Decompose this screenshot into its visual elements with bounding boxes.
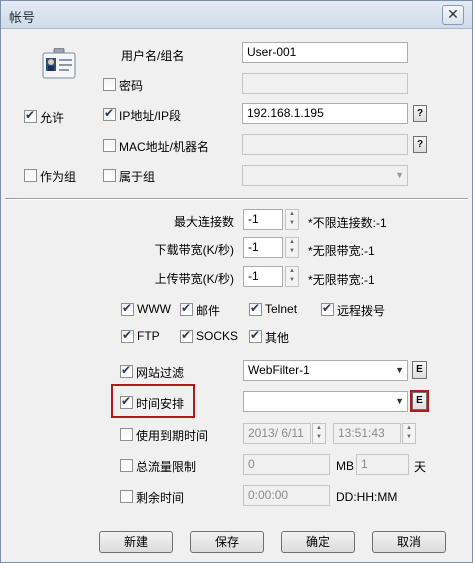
username-input[interactable]: User-001 [242, 42, 408, 63]
mac-help-button[interactable]: ? [413, 136, 427, 153]
expire-date-input[interactable]: 2013/ 6/11 [243, 423, 311, 444]
traffic-input[interactable]: 0 [243, 454, 330, 475]
ip-label: IP地址/IP段 [119, 109, 182, 123]
remaining-label: 剩余时间 [136, 491, 185, 505]
service-dialup-checkbox[interactable] [321, 301, 334, 316]
allow-checkbox[interactable] [24, 108, 37, 123]
title-bar[interactable]: 帐号 ✕ [1, 1, 472, 29]
traffic-unit-day: 天 [414, 460, 427, 474]
max-conn-label: 最大连接数 [173, 215, 234, 229]
web-filter-value: WebFilter-1 [248, 363, 310, 377]
service-telnet-label: Telnet [265, 302, 298, 316]
mac-input[interactable] [242, 134, 408, 155]
max-conn-note: *不限连接数:-1 [308, 216, 387, 230]
mac-label: MAC地址/机器名 [119, 140, 210, 154]
ok-button[interactable]: 确定 [281, 531, 355, 553]
download-label: 下载带宽(K/秒) [154, 243, 234, 257]
download-spinner[interactable]: ▲ ▼ [285, 237, 299, 258]
service-socks-label: SOCKS [196, 329, 239, 343]
web-filter-edit-button[interactable]: E [412, 361, 427, 379]
schedule-label: 时间安排 [136, 397, 185, 411]
ip-help-button[interactable]: ? [413, 105, 427, 122]
service-telnet-checkbox[interactable] [249, 301, 262, 316]
service-socks-checkbox[interactable] [180, 328, 193, 343]
web-filter-select[interactable]: WebFilter-1 ▼ [243, 360, 408, 381]
cancel-button[interactable]: 取消 [372, 531, 446, 553]
account-dialog: 帐号 ✕ 用户名/组名 User-001 密码 允许 IP地址/IP段 192.… [0, 0, 473, 563]
upload-note: *无限带宽:-1 [308, 273, 375, 287]
new-button[interactable]: 新建 [99, 531, 173, 553]
remaining-checkbox[interactable] [120, 490, 133, 503]
belongs-group-checkbox[interactable] [103, 169, 116, 182]
web-filter-checkbox[interactable] [120, 363, 133, 378]
expire-time-input[interactable]: 13:51:43 [333, 423, 401, 444]
expire-checkbox[interactable] [120, 428, 133, 441]
password-checkbox[interactable] [103, 78, 116, 91]
window-title: 帐号 [9, 10, 36, 25]
web-filter-label: 网站过滤 [136, 366, 185, 380]
belongs-group-label: 属于组 [119, 170, 156, 184]
service-www-checkbox[interactable] [121, 301, 134, 316]
service-mail-checkbox[interactable] [180, 301, 193, 316]
username-label: 用户名/组名 [121, 49, 185, 63]
as-group-checkbox[interactable] [24, 169, 37, 182]
schedule-checkbox[interactable] [120, 394, 133, 409]
service-ftp-checkbox[interactable] [121, 328, 134, 343]
ip-input[interactable]: 192.168.1.195 [242, 103, 408, 124]
traffic-days-input[interactable]: 1 [356, 454, 409, 475]
upload-label: 上传带宽(K/秒) [154, 272, 234, 286]
password-label: 密码 [119, 79, 144, 93]
service-www-label: WWW [137, 302, 171, 316]
service-mail-label: 邮件 [196, 304, 221, 318]
max-conn-spinner[interactable]: ▲ ▼ [285, 209, 299, 230]
ip-checkbox[interactable] [103, 106, 116, 121]
group-select[interactable]: ▼ [242, 165, 408, 186]
chevron-down-icon: ▼ [395, 396, 404, 406]
mac-checkbox[interactable] [103, 139, 116, 152]
allow-label: 允许 [40, 111, 65, 125]
password-input[interactable] [242, 73, 408, 94]
save-button[interactable]: 保存 [190, 531, 264, 553]
expire-time-spinner[interactable]: ▲ ▼ [402, 423, 416, 444]
service-other-label: 其他 [265, 331, 290, 345]
upload-spinner[interactable]: ▲ ▼ [285, 266, 299, 287]
max-conn-input[interactable]: -1 [243, 209, 283, 230]
remaining-format: DD:HH:MM [336, 490, 398, 504]
download-input[interactable]: -1 [243, 237, 283, 258]
service-dialup-label: 远程拨号 [337, 304, 386, 318]
schedule-edit-button[interactable]: E [412, 392, 427, 410]
user-card-icon [42, 47, 76, 80]
close-button[interactable]: ✕ [442, 5, 464, 25]
schedule-select[interactable]: ▼ [243, 391, 408, 412]
chevron-down-icon: ▼ [395, 170, 404, 180]
expire-date-spinner[interactable]: ▲ ▼ [312, 423, 326, 444]
section-divider [5, 198, 468, 200]
traffic-unit-mb: MB [336, 459, 354, 473]
remaining-input[interactable]: 0:00:00 [243, 485, 330, 506]
download-note: *无限带宽:-1 [308, 244, 375, 258]
expire-label: 使用到期时间 [136, 429, 209, 443]
chevron-down-icon: ▼ [395, 365, 404, 375]
traffic-label: 总流量限制 [136, 460, 197, 474]
service-ftp-label: FTP [137, 329, 160, 343]
upload-input[interactable]: -1 [243, 266, 283, 287]
as-group-label: 作为组 [40, 170, 77, 184]
service-other-checkbox[interactable] [249, 328, 262, 343]
traffic-checkbox[interactable] [120, 459, 133, 472]
